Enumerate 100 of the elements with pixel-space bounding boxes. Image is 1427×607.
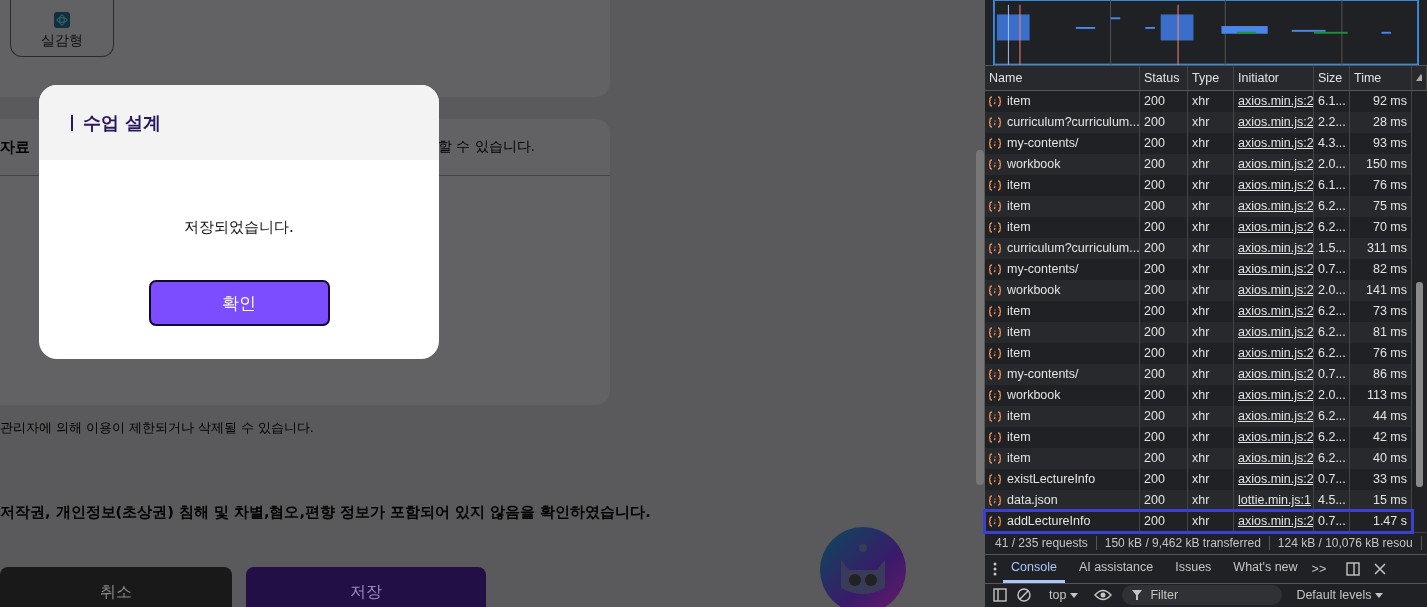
table-cell: 15 ms [1372,493,1407,508]
levels-dropdown[interactable]: Default levels [1296,588,1384,603]
initiator-link[interactable]: axios.min.js:2 [1238,388,1313,403]
cancel-button[interactable]: 취소 [0,567,232,607]
column-header[interactable]: Time [1354,70,1382,85]
initiator-link[interactable]: axios.min.js:2 [1238,472,1313,487]
column-header[interactable]: Type [1192,70,1220,85]
initiator-link[interactable]: lottie.min.js:1 [1238,493,1311,508]
more-options-icon[interactable] [993,561,997,576]
initiator-link[interactable]: axios.min.js:2 [1238,241,1313,256]
xhr-icon [989,473,1001,485]
request-row[interactable]: item 200 xhr axios.min.js:2 6.2... 75 ms [985,195,1412,217]
table-cell: 200 [1144,472,1165,487]
table-cell: 200 [1144,304,1165,319]
initiator-link[interactable]: axios.min.js:2 [1238,409,1313,424]
summary-text: 150 kB / 9,462 kB transferred [1104,536,1270,551]
initiator-link[interactable]: axios.min.js:2 [1238,157,1313,172]
table-cell: item [1007,346,1031,361]
context-dropdown[interactable]: top [1049,588,1079,603]
request-row[interactable]: curriculum?curriculum... 200 xhr axios.min.js:2 2.2... 28 ms [985,111,1412,133]
close-icon[interactable] [1374,562,1387,575]
initiator-link[interactable]: axios.min.js:2 [1238,367,1313,382]
initiator-link[interactable]: axios.min.js:2 [1238,178,1313,193]
initiator-link[interactable]: axios.min.js:2 [1238,451,1313,466]
table-cell: 93 ms [1372,136,1407,151]
table-cell: xhr [1192,241,1210,256]
table-cell: 200 [1144,241,1165,256]
table-cell: 2.0... [1318,157,1346,172]
initiator-link[interactable]: axios.min.js:2 [1238,262,1313,277]
table-cell: 200 [1144,367,1165,382]
confirm-button[interactable]: 확인 [148,280,330,326]
eye-icon[interactable] [1094,589,1113,602]
column-header[interactable]: Name [989,70,1023,85]
table-cell: my-contents/ [1007,262,1079,277]
request-row[interactable]: curriculum?curriculum... 200 xhr axios.min.js:2 1.5... 311 ms [985,237,1412,259]
initiator-link[interactable]: axios.min.js:2 [1238,136,1313,151]
xhr-icon [989,368,1001,380]
sidebar-icon[interactable] [993,588,1007,603]
table-cell: 150 ms [1366,157,1407,172]
initiator-link[interactable]: axios.min.js:2 [1238,430,1313,445]
more-tabs-button[interactable]: >> [1311,561,1327,576]
request-row[interactable]: my-contents/ 200 xhr axios.min.js:2 0.7... 86 ms [985,363,1412,385]
table-cell: 1.47 s [1372,514,1407,529]
initiator-link[interactable]: axios.min.js:2 [1238,94,1313,109]
table-cell: addLectureInfo [1007,514,1091,529]
initiator-link[interactable]: axios.min.js:2 [1238,199,1313,214]
table-cell: 28 ms [1372,115,1407,130]
table-cell: xhr [1192,283,1210,298]
scrollbar-thumb[interactable] [976,150,984,485]
table-cell: xhr [1192,409,1210,424]
xhr-icon [989,95,1001,107]
dock-side-icon[interactable] [1346,561,1361,576]
table-cell: 75 ms [1372,199,1407,214]
table-cell: item [1007,409,1031,424]
initiator-link[interactable]: axios.min.js:2 [1238,220,1313,235]
table-cell: 200 [1144,388,1165,403]
table-cell: 6.2... [1318,451,1346,466]
initiator-link[interactable]: axios.min.js:2 [1238,283,1313,298]
caret-icon [1070,592,1079,598]
caret-icon [1375,592,1384,598]
initiator-link[interactable]: axios.min.js:2 [1238,115,1313,130]
column-header[interactable]: Initiator [1238,70,1279,85]
request-row[interactable]: item 200 xhr axios.min.js:2 6.2... 81 ms [985,321,1412,343]
dialog-title: 수업 설계 [83,110,162,135]
drawer-tab[interactable]: AI assistance [1070,554,1162,583]
request-row[interactable]: item 200 xhr axios.min.js:2 6.2... 40 ms [985,447,1412,469]
table-cell: xhr [1192,157,1210,172]
drawer-tab[interactable]: What's new [1225,554,1306,583]
table-cell: 40 ms [1372,451,1407,466]
column-header[interactable]: Status [1144,70,1180,85]
initiator-link[interactable]: axios.min.js:2 [1238,346,1313,361]
request-row[interactable]: workbook 200 xhr axios.min.js:2 2.0... 141 ms [985,279,1412,301]
table-cell: 200 [1144,451,1165,466]
xhr-icon [989,347,1001,359]
table-cell: xhr [1192,472,1210,487]
table-cell: 86 ms [1372,367,1407,382]
summary-text: 124 kB / 10,076 kB resou [1277,536,1422,551]
initiator-link[interactable]: axios.min.js:2 [1238,514,1313,529]
drawer-tab[interactable]: Issues [1167,554,1220,583]
summary-text: 41 / 235 requests [995,536,1097,551]
filter-field[interactable]: Filter [1122,585,1283,606]
table-cell: item [1007,220,1031,235]
request-row[interactable]: workbook 200 xhr axios.min.js:2 2.0... 150 ms [985,153,1412,175]
request-row[interactable]: item 200 xhr axios.min.js:2 6.2... 44 ms [985,405,1412,427]
table-cell: xhr [1192,178,1210,193]
column-header[interactable]: Size [1318,70,1343,85]
scrollbar-thumb[interactable] [1416,281,1423,487]
save-button[interactable]: 저장 [246,567,486,607]
table-cell: xhr [1192,136,1210,151]
table-cell: 311 ms [1366,241,1407,256]
clear-icon[interactable] [1017,588,1031,603]
drawer-tab[interactable]: Console [1003,554,1065,583]
initiator-link[interactable]: axios.min.js:2 [1238,304,1313,319]
table-cell: 44 ms [1372,409,1407,424]
table-cell: xhr [1192,199,1210,214]
filter-input[interactable]: Filter [1148,587,1263,604]
table-cell: xhr [1192,304,1210,319]
table-cell: 200 [1144,199,1165,214]
request-row[interactable]: addLectureInfo 200 xhr axios.min.js:2 0.7... 1.47 s [985,510,1412,532]
initiator-link[interactable]: axios.min.js:2 [1238,325,1313,340]
